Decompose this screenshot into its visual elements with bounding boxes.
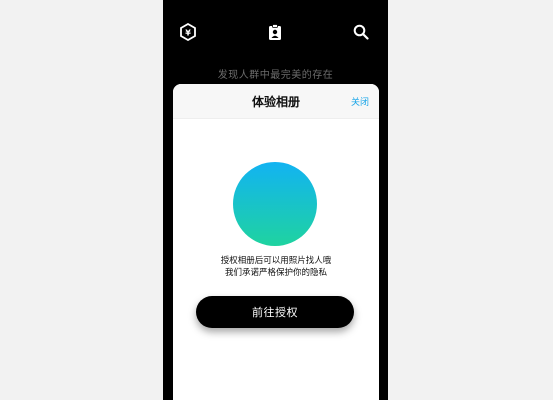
album-permission-sheet: 体验相册 关闭 授权相册后可以用照片找人哦 我们承诺严格保护你的隐私 前往授权	[173, 84, 379, 400]
gradient-circle-illustration	[233, 162, 317, 246]
sheet-header: 体验相册 关闭	[173, 84, 379, 119]
yen-hexagon-icon[interactable]: ¥	[178, 22, 198, 42]
sheet-title: 体验相册	[251, 95, 300, 109]
search-icon[interactable]	[351, 22, 371, 42]
description-line: 我们承诺严格保护你的隐私	[224, 268, 327, 278]
tagline: 发现人群中最完美的存在	[217, 70, 334, 81]
id-badge-icon[interactable]	[265, 22, 285, 42]
top-bar: ¥	[163, 0, 388, 62]
phone-screen: ¥ 发现人群中最完美的存在 体验相册 关闭 授权相册后可以用照片找人哦 我们承诺…	[163, 0, 388, 400]
go-authorize-button[interactable]: 前往授权	[196, 296, 354, 328]
description-line: 授权相册后可以用照片找人哦	[220, 256, 332, 266]
svg-text:¥: ¥	[185, 29, 191, 38]
close-button[interactable]: 关闭	[351, 95, 369, 108]
